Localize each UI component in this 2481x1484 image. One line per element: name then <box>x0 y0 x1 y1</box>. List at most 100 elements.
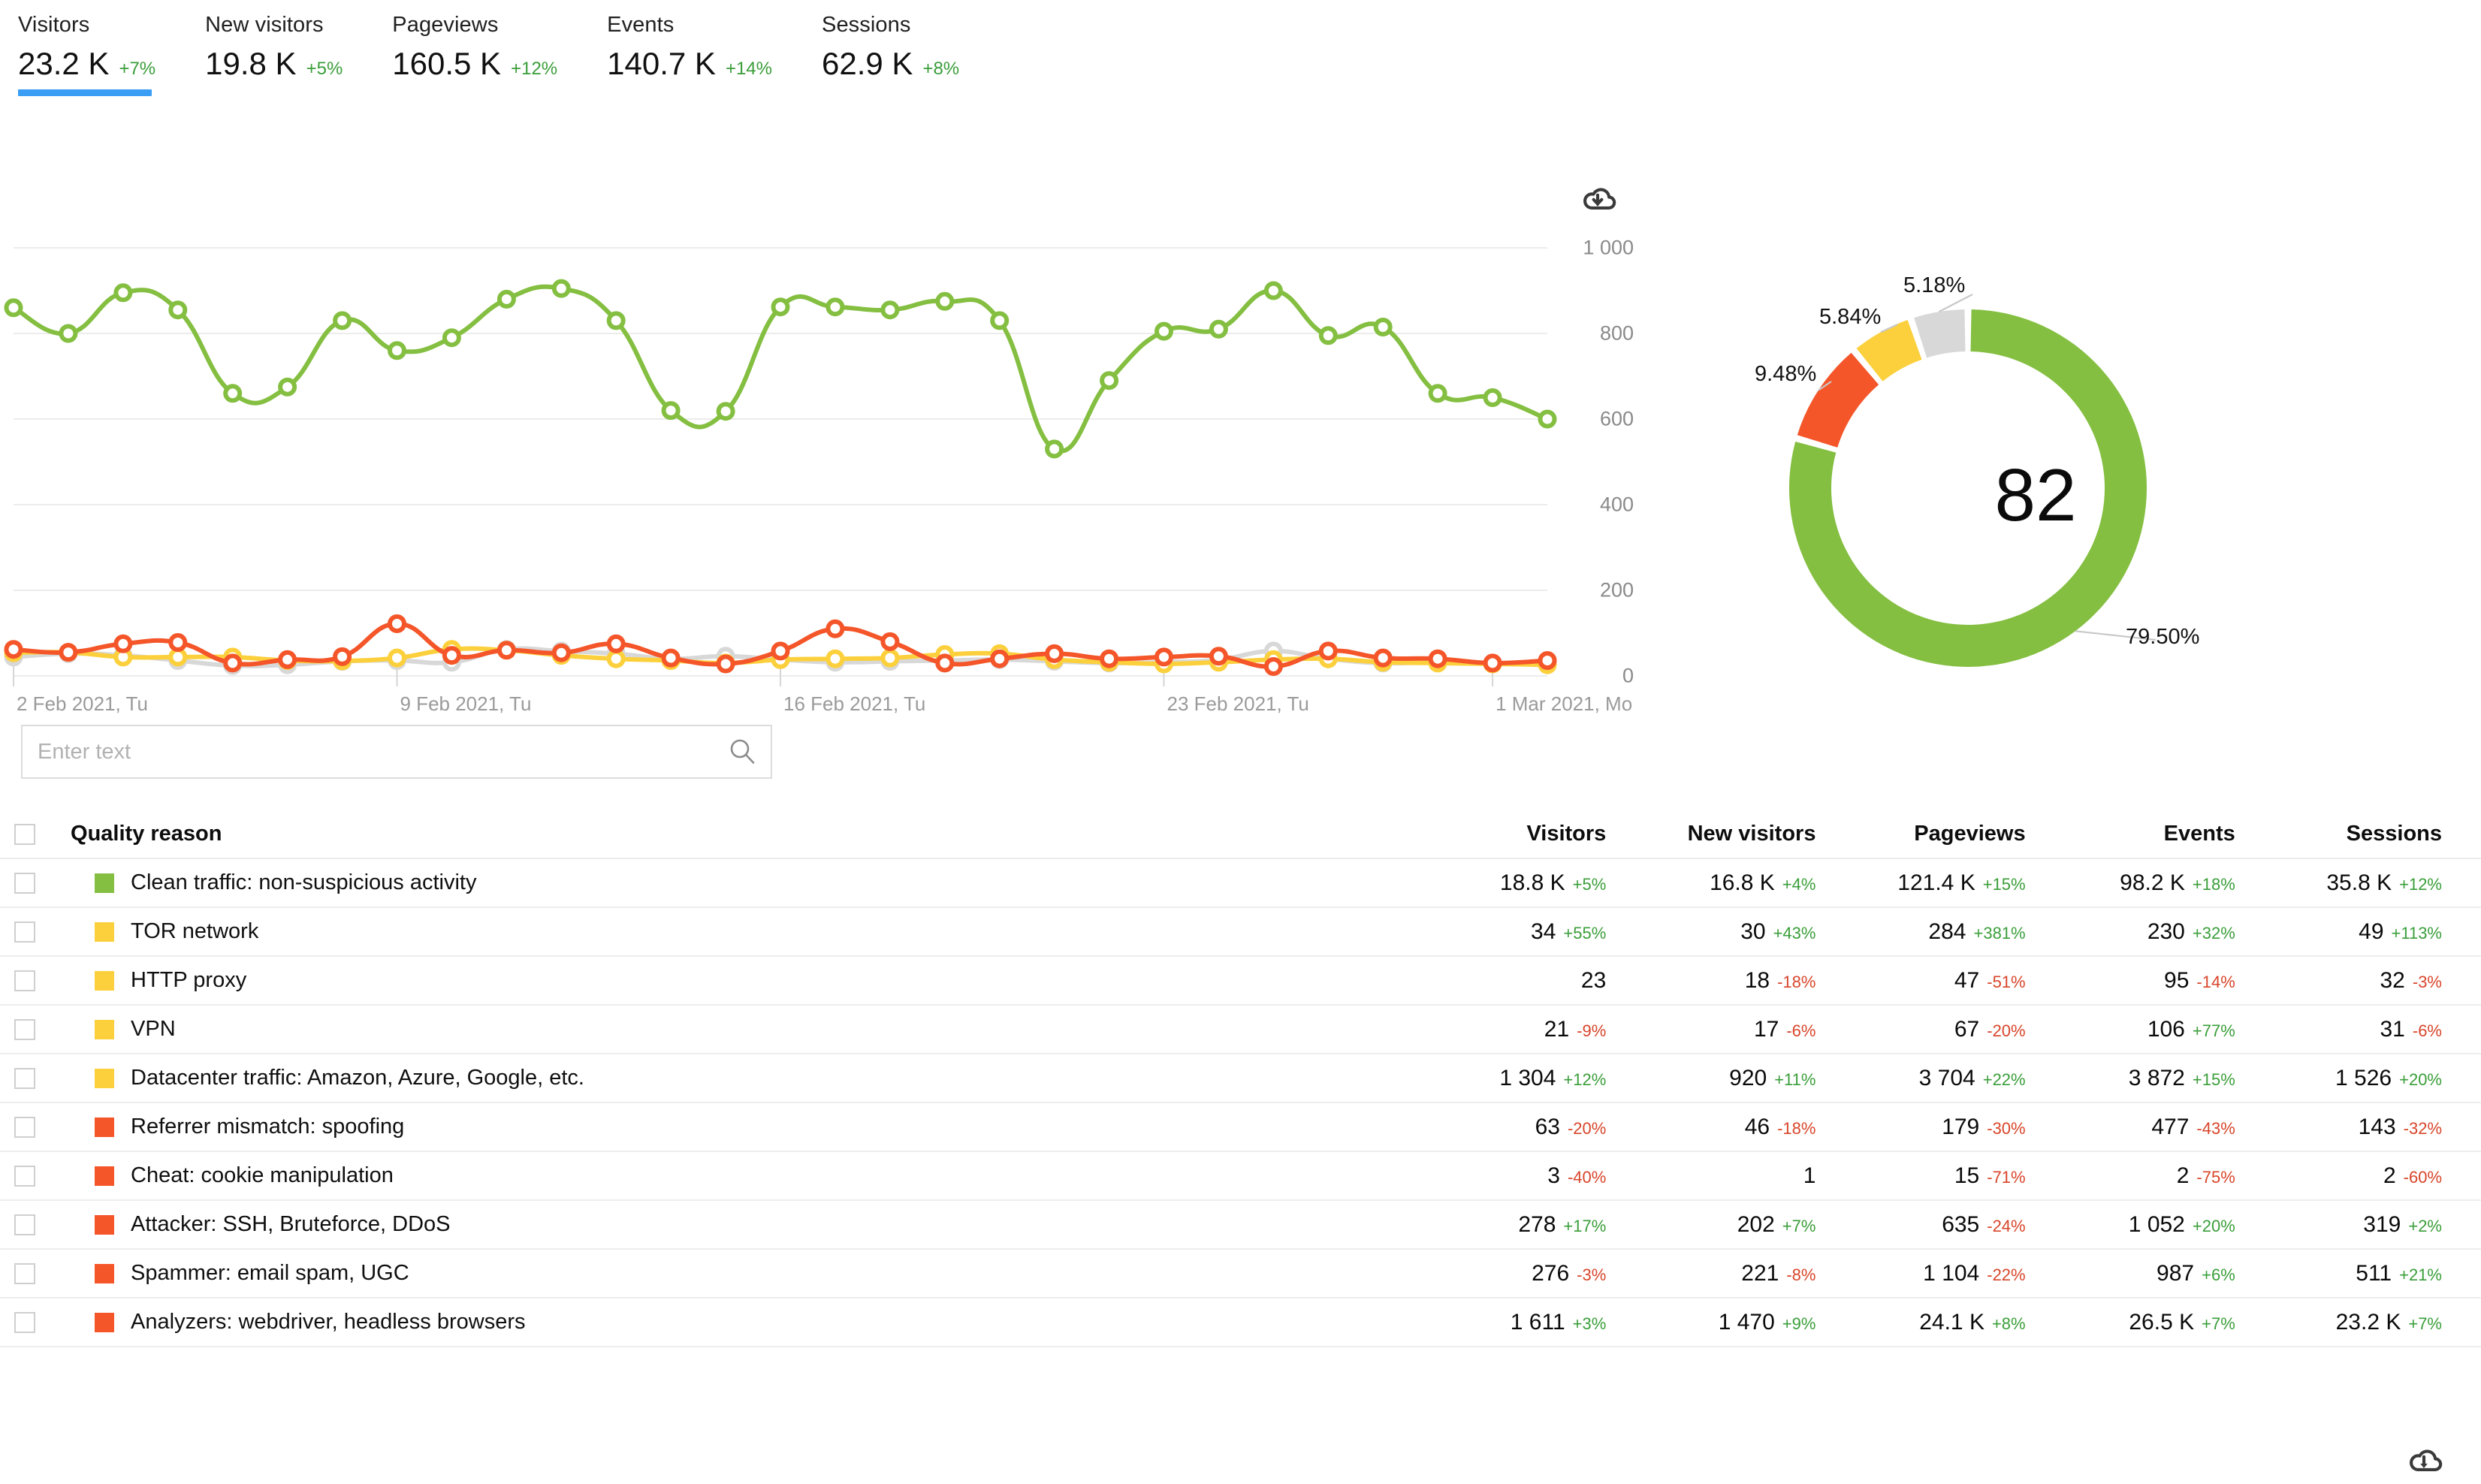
row-checkbox[interactable] <box>14 872 36 894</box>
row-select-cell[interactable] <box>0 907 50 956</box>
row-select-cell[interactable] <box>0 1200 50 1249</box>
metric-value: 1 470 <box>1718 1309 1775 1335</box>
row-checkbox[interactable] <box>14 1018 36 1040</box>
x-axis-tick: 2 Feb 2021, Tu <box>17 692 148 715</box>
search-icon[interactable] <box>727 737 757 767</box>
kpi-delta: +8% <box>922 58 960 79</box>
kpi-pageviews[interactable]: Pageviews 160.5 K +12% <box>389 13 574 80</box>
cloud-download-icon[interactable] <box>1576 179 1619 222</box>
severity-swatch <box>95 1117 115 1137</box>
cloud-download-icon[interactable] <box>2402 1440 2446 1484</box>
metric-cell: 202 +7% <box>1642 1200 1852 1249</box>
row-checkbox[interactable] <box>14 1067 36 1089</box>
row-select-cell[interactable] <box>0 858 50 907</box>
row-checkbox[interactable] <box>14 1165 36 1187</box>
row-checkbox[interactable] <box>14 921 36 943</box>
metric-cell: 3 704 +22% <box>1852 1054 2061 1102</box>
metric-delta: -20% <box>1567 1118 1607 1138</box>
metric-value: 1 <box>1803 1163 1816 1188</box>
column-header-new-visitors[interactable]: New visitors <box>1642 810 1852 858</box>
row-select-cell[interactable] <box>0 1151 50 1200</box>
row-select-cell[interactable] <box>0 1005 50 1054</box>
kpi-visitors[interactable]: Visitors 23.2 K +7% <box>15 13 172 96</box>
metric-cell: 49 +113% <box>2271 907 2481 956</box>
table-row[interactable]: Referrer mismatch: spoofing 63 -20% 46 -18% 1… <box>0 1102 2481 1151</box>
table-row[interactable]: Clean traffic: non-suspicious activity 18… <box>0 858 2481 907</box>
row-select-cell[interactable] <box>0 1102 50 1151</box>
metric-delta: +4% <box>1782 874 1816 894</box>
search-box[interactable] <box>21 725 772 779</box>
metric-value: 1 104 <box>1923 1260 1980 1286</box>
metric-cell: 47 -51% <box>1852 956 2061 1005</box>
severity-swatch <box>95 1214 115 1235</box>
metric-delta: +15% <box>2192 1069 2235 1089</box>
metric-value: 635 <box>1942 1211 1980 1237</box>
metric-value: 18.8 K <box>1499 870 1565 895</box>
row-select-cell[interactable] <box>0 1298 50 1347</box>
row-checkbox[interactable] <box>14 1214 36 1235</box>
metric-delta: +2% <box>2408 1216 2442 1235</box>
kpi-events[interactable]: Events 140.7 K +14% <box>604 13 789 81</box>
row-checkbox[interactable] <box>14 1262 36 1284</box>
table-row[interactable]: Spammer: email spam, UGC 276 -3% 221 -8% 1 10… <box>0 1249 2481 1298</box>
column-header-pageviews[interactable]: Pageviews <box>1852 810 2061 858</box>
metric-value: 1 611 <box>1510 1309 1565 1335</box>
row-select-cell[interactable] <box>0 956 50 1005</box>
metric-value: 67 <box>1954 1016 1980 1042</box>
table-row[interactable]: VPN 21 -9% 17 -6% 67 -20% 106 +77% 31 -6% <box>0 1005 2481 1054</box>
kpi-summary-bar: Visitors 23.2 K +7% New visitors 19.8 K +5% Pa… <box>0 0 2481 98</box>
metric-delta: +20% <box>2399 1069 2442 1089</box>
metric-cell: 1 052 +20% <box>2062 1200 2271 1249</box>
table-header-row: Quality reason Visitors New visitors Pag… <box>0 810 2481 858</box>
row-checkbox[interactable] <box>14 1311 36 1333</box>
donut-slice-label: 5.18% <box>1903 273 1966 297</box>
select-all-header[interactable] <box>0 810 50 858</box>
metric-delta: +32% <box>2192 923 2235 943</box>
metric-delta: +12% <box>2399 874 2442 894</box>
kpi-new-visitors[interactable]: New visitors 19.8 K +5% <box>202 13 359 80</box>
quality-reason-label: Clean traffic: non-suspicious activity <box>131 870 477 894</box>
metric-cell: 276 -3% <box>1432 1249 1642 1298</box>
metric-delta: +7% <box>1782 1216 1816 1235</box>
metric-cell: 635 -24% <box>1852 1200 2061 1249</box>
table-row[interactable]: HTTP proxy 23 18 -18% 47 -51% 95 -14% 32 -3% <box>0 956 2481 1005</box>
kpi-label: Pageviews <box>392 13 499 37</box>
metric-value: 46 <box>1744 1114 1770 1139</box>
row-select-cell[interactable] <box>0 1054 50 1102</box>
kpi-value: 140.7 K <box>607 45 716 81</box>
metric-value: 143 <box>2358 1114 2396 1139</box>
traffic-line-chart[interactable]: 1 000 800 600 400 200 0 2 Feb 2021, Tu 9 Feb 20… <box>0 225 1637 715</box>
table-row[interactable]: Datacenter traffic: Amazon, Azure, Googl… <box>0 1054 2481 1102</box>
metric-cell: 17 -6% <box>1642 1005 1852 1054</box>
column-header-sessions[interactable]: Sessions <box>2271 810 2481 858</box>
severity-swatch <box>95 1019 115 1039</box>
row-select-cell[interactable] <box>0 1249 50 1298</box>
select-all-checkbox[interactable] <box>14 823 36 845</box>
quality-reason-cell: Clean traffic: non-suspicious activity <box>50 858 1432 907</box>
metric-cell: 1 304 +12% <box>1432 1054 1642 1102</box>
table-row[interactable]: TOR network 34 +55% 30 +43% 284 +381% 230 +32% 49… <box>0 907 2481 956</box>
metric-delta: -6% <box>2412 1021 2442 1040</box>
metric-cell: 3 872 +15% <box>2062 1054 2271 1102</box>
column-header-quality-reason[interactable]: Quality reason <box>50 810 1432 858</box>
column-header-visitors[interactable]: Visitors <box>1432 810 1642 858</box>
metric-value: 2 <box>2383 1163 2396 1188</box>
metric-value: 278 <box>1518 1211 1556 1237</box>
quality-reason-cell: Spammer: email spam, UGC <box>50 1249 1432 1298</box>
table-row[interactable]: Attacker: SSH, Bruteforce, DDoS 278 +17% 20… <box>0 1200 2481 1249</box>
search-input[interactable] <box>36 738 727 765</box>
metric-cell: 15 -71% <box>1852 1151 2061 1200</box>
column-header-events[interactable]: Events <box>2062 810 2271 858</box>
table-row[interactable]: Cheat: cookie manipulation 3 -40% 1 15 -71% 2-… <box>0 1151 2481 1200</box>
metric-value: 2 <box>2176 1163 2190 1188</box>
quality-reason-cell: HTTP proxy <box>50 956 1432 1005</box>
row-checkbox[interactable] <box>14 970 36 991</box>
kpi-sessions[interactable]: Sessions 62.9 K +8% <box>819 13 976 80</box>
quality-score-donut[interactable]: 82 79.50% 9.48% 5.84% 5.18% <box>1750 255 2321 698</box>
metric-cell: 31 -6% <box>2271 1005 2481 1054</box>
kpi-label: Sessions <box>822 13 911 37</box>
metric-value: 15 <box>1954 1163 1980 1188</box>
metric-cell: 46 -18% <box>1642 1102 1852 1151</box>
table-row[interactable]: Analyzers: webdriver, headless browsers 1… <box>0 1298 2481 1347</box>
row-checkbox[interactable] <box>14 1116 36 1138</box>
